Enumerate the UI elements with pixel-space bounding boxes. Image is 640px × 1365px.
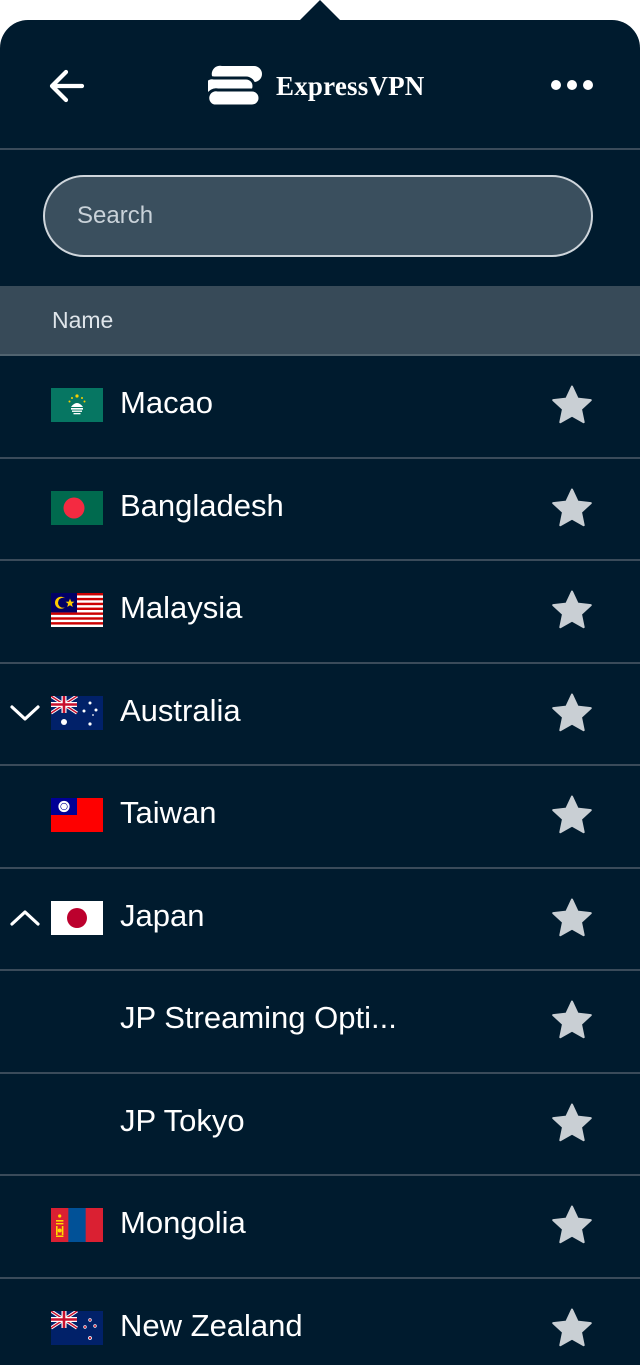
location-label: Mongolia (120, 1205, 246, 1240)
location-label: JP Tokyo (120, 1102, 245, 1138)
star-icon[interactable] (551, 1103, 593, 1143)
star-icon[interactable] (551, 385, 593, 425)
brand-name: ExpressVPN (276, 70, 425, 101)
location-label: Bangladesh (120, 487, 284, 523)
panel-header: ExpressVPN (0, 20, 640, 150)
location-label: New Zealand (120, 1307, 303, 1343)
location-row-australia[interactable]: Australia (0, 664, 640, 766)
star-icon[interactable] (551, 590, 593, 630)
location-row-jp-streaming[interactable]: JP Streaming Opti... (0, 971, 640, 1074)
popup-pointer (298, 0, 342, 22)
location-row-new-zealand[interactable]: New Zealand (0, 1279, 640, 1365)
brand: ExpressVPN (208, 62, 425, 110)
location-list: Macao Bangladesh Malaysia Australia Taiw… (0, 356, 640, 1365)
mongolia-flag-icon (51, 1208, 103, 1242)
chevron-down-icon[interactable] (9, 700, 41, 726)
star-icon[interactable] (551, 1000, 593, 1040)
arrow-left-icon[interactable] (46, 64, 90, 108)
vpn-location-panel: ExpressVPN Name (0, 20, 640, 1365)
search-input[interactable] (43, 175, 593, 257)
location-label: Malaysia (120, 590, 243, 625)
australia-flag-icon (51, 695, 103, 730)
location-row-macao[interactable]: Macao (0, 356, 640, 459)
location-label: Japan (120, 897, 205, 933)
location-label: Taiwan (120, 795, 217, 830)
location-label: Macao (120, 385, 214, 420)
expressvpn-logo-icon (208, 65, 262, 108)
location-row-jp-tokyo[interactable]: JP Tokyo (0, 1074, 640, 1176)
star-icon[interactable] (551, 1205, 593, 1245)
bangladesh-flag-icon (51, 490, 103, 525)
japan-flag-icon (51, 900, 103, 935)
star-icon[interactable] (551, 488, 593, 528)
location-row-mongolia[interactable]: Mongolia (0, 1176, 640, 1279)
macao-flag-icon (51, 388, 103, 422)
star-icon[interactable] (551, 1308, 593, 1348)
location-label: JP Streaming Opti... (120, 1000, 397, 1035)
location-row-bangladesh[interactable]: Bangladesh (0, 459, 640, 561)
taiwan-flag-icon (51, 798, 103, 832)
search-section (0, 150, 640, 286)
column-header-label: Name (52, 307, 114, 333)
location-row-malaysia[interactable]: Malaysia (0, 561, 640, 664)
location-row-japan[interactable]: Japan (0, 869, 640, 971)
star-icon[interactable] (551, 693, 593, 733)
location-label: Australia (120, 692, 241, 728)
star-icon[interactable] (551, 795, 593, 835)
new-zealand-flag-icon (51, 1310, 103, 1345)
column-header-name[interactable]: Name (0, 286, 640, 356)
star-icon[interactable] (551, 898, 593, 938)
more-horizontal-icon[interactable] (548, 70, 596, 100)
malaysia-flag-icon (51, 593, 103, 627)
chevron-up-icon[interactable] (9, 905, 41, 931)
location-row-taiwan[interactable]: Taiwan (0, 766, 640, 869)
